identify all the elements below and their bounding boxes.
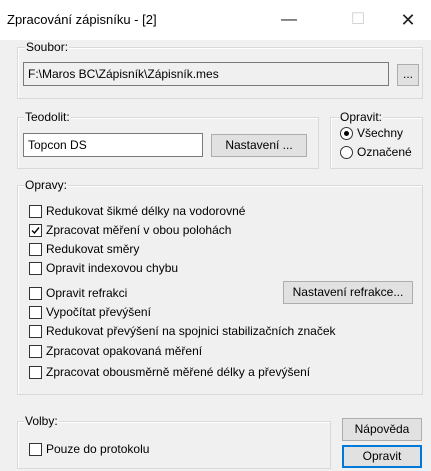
browse-button[interactable]: ... — [397, 64, 419, 86]
opravy-label: Opravy: — [24, 178, 69, 192]
checkbox-row[interactable]: Redukovat převýšení na spojnici stabiliz… — [29, 323, 336, 339]
checkbox[interactable] — [29, 204, 42, 218]
window-title: Zpracování zápisníku - [2] — [7, 12, 157, 27]
checkbox[interactable] — [29, 223, 42, 237]
refraction-settings-button[interactable]: Nastavení refrakce... — [283, 281, 413, 304]
checkbox-label: Redukovat převýšení na spojnici stabiliz… — [46, 324, 336, 338]
checkbox-label: Vypočítat převýšení — [46, 305, 151, 319]
checkbox[interactable] — [29, 324, 42, 338]
checkbox-row[interactable]: Opravit indexovou chybu — [29, 260, 178, 276]
radio-marked[interactable]: Označené — [340, 144, 412, 160]
checkbox-label: Redukovat směry — [46, 242, 140, 256]
radio-marked-label: Označené — [357, 145, 412, 159]
apply-button[interactable]: Opravit — [342, 445, 422, 468]
checkbox-row[interactable]: Vypočítat převýšení — [29, 304, 151, 320]
checkbox-row[interactable]: Opravit refrakci — [29, 285, 127, 301]
checkbox-label: Zpracovat měření v obou polohách — [46, 223, 232, 237]
checkbox[interactable] — [29, 305, 42, 319]
checkbox[interactable] — [29, 365, 42, 379]
checkbox[interactable] — [29, 344, 42, 358]
radio-all[interactable]: Všechny — [340, 125, 403, 141]
checkbox-row[interactable]: Zpracovat měření v obou polohách — [29, 222, 231, 238]
teodolit-settings-button[interactable]: Nastavení ... — [211, 134, 307, 157]
checkbox-label: Zpracovat obousměrně měřené délky a přev… — [46, 365, 311, 379]
checkbox-row[interactable]: Zpracovat obousměrně měřené délky a přev… — [29, 364, 310, 380]
volby-label: Volby: — [24, 414, 59, 428]
minimize-button[interactable]: — — [266, 0, 312, 40]
soubor-label: Soubor: — [25, 40, 70, 54]
teodolit-label: Teodolit: — [24, 110, 71, 124]
file-path-field[interactable]: F:\Maros BC\Zápisník\Zápisník.mes — [23, 62, 389, 86]
checkbox[interactable] — [29, 242, 42, 256]
checkbox-label: Opravit indexovou chybu — [46, 261, 179, 275]
radio-marked-indicator[interactable] — [340, 145, 353, 159]
close-button[interactable]: ✕ — [385, 0, 431, 40]
checkbox-label: Zpracovat opakovaná měření — [46, 344, 203, 358]
checkbox[interactable] — [29, 286, 42, 300]
help-button[interactable]: Nápověda — [342, 418, 422, 441]
radio-all-label: Všechny — [357, 126, 404, 140]
title-bar: Zpracování zápisníku - [2] — ☐ ✕ — [0, 0, 431, 40]
checkmark-icon — [31, 226, 40, 234]
checkbox[interactable] — [29, 442, 42, 456]
checkbox-label: Redukovat šikmé délky na vodorovné — [46, 204, 246, 218]
checkbox-label: Pouze do protokolu — [46, 442, 150, 456]
checkbox-row[interactable]: Pouze do protokolu — [29, 441, 149, 457]
teodolit-field[interactable]: Topcon DS — [23, 133, 203, 157]
radio-all-indicator[interactable] — [340, 126, 353, 140]
checkbox-row[interactable]: Redukovat směry — [29, 241, 139, 257]
checkbox-row[interactable]: Zpracovat opakovaná měření — [29, 343, 202, 359]
opravit-label: Opravit: — [339, 110, 384, 124]
checkbox-label: Opravit refrakci — [46, 286, 128, 300]
maximize-button: ☐ — [350, 11, 366, 28]
checkbox[interactable] — [29, 261, 42, 275]
checkbox-row[interactable]: Redukovat šikmé délky na vodorovné — [29, 203, 245, 219]
